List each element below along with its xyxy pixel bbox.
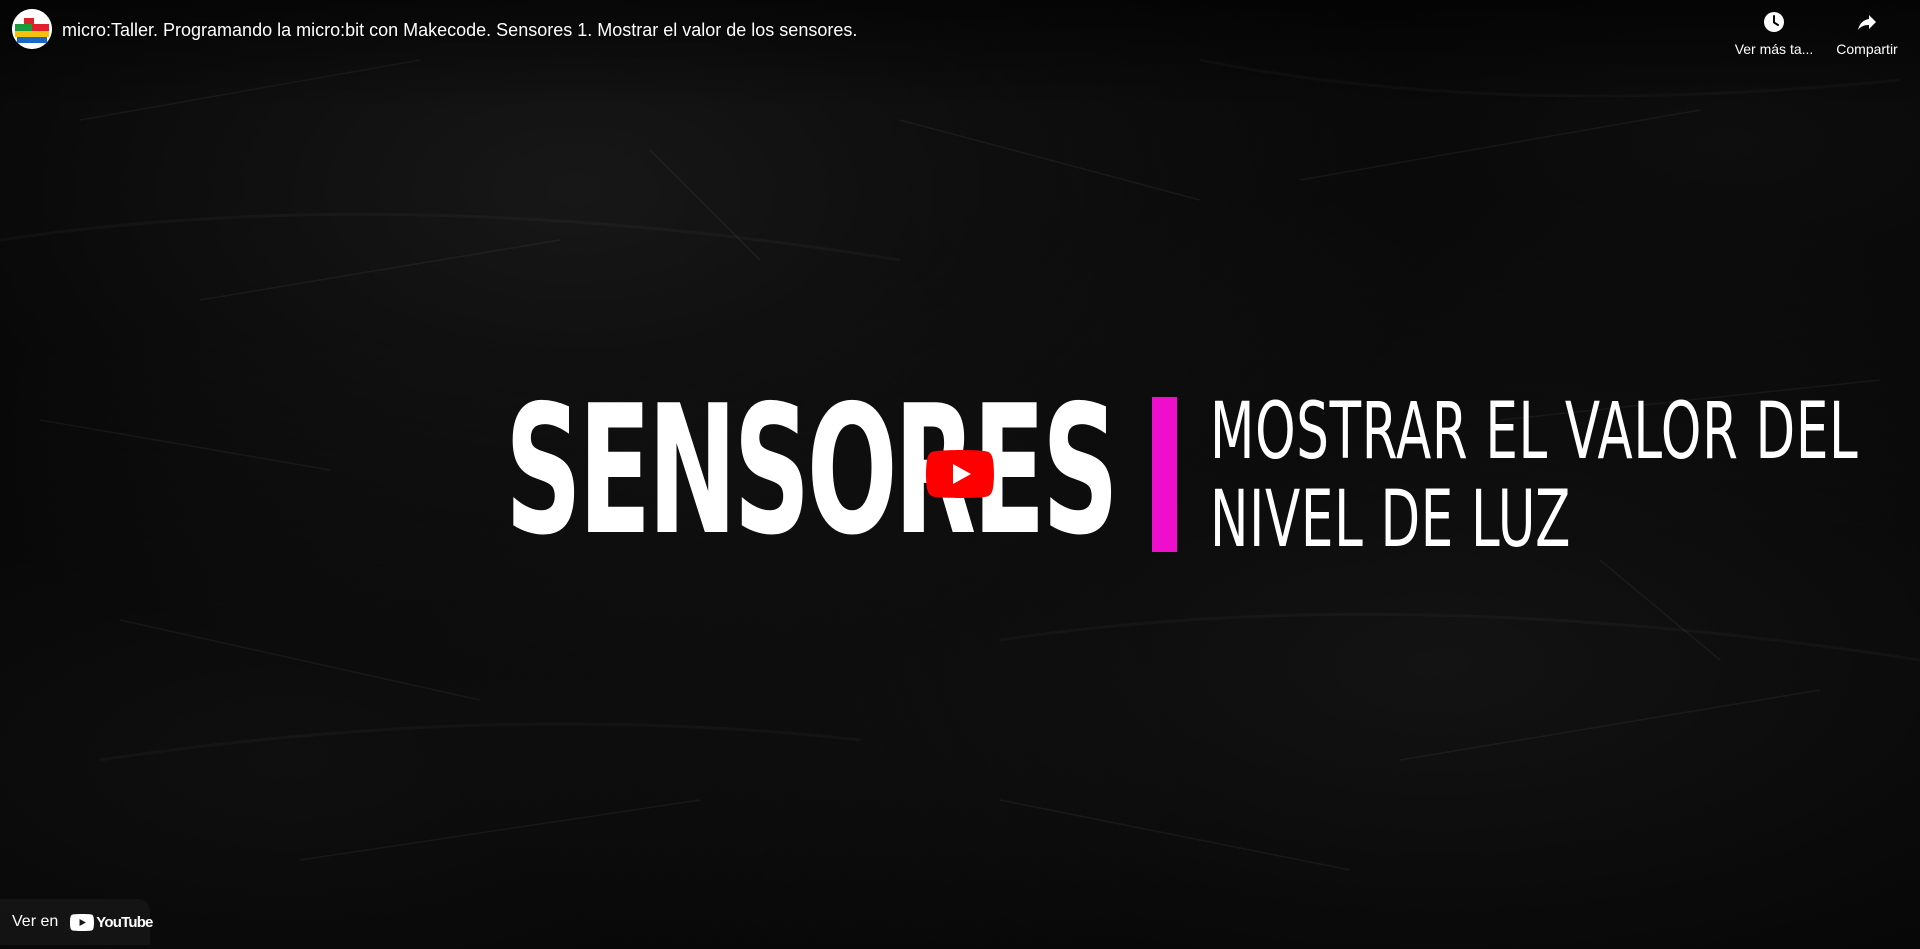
- video-title[interactable]: micro:Taller. Programando la micro:bit c…: [62, 18, 1662, 42]
- thumbnail-subtitle-line-1: MOSTRAR EL VALOR DEL: [1210, 387, 1859, 477]
- video-player[interactable]: micro:Taller. Programando la micro:bit c…: [0, 0, 1920, 949]
- share-icon: [1858, 15, 1876, 30]
- thumbnail-divider: [1152, 397, 1177, 552]
- watch-on-label: Ver en: [12, 913, 59, 930]
- share-label: Compartir: [1836, 41, 1898, 57]
- top-gradient: [0, 0, 1920, 110]
- play-button[interactable]: [926, 450, 994, 498]
- channel-logo-icon: [12, 9, 52, 49]
- watch-on-youtube-button[interactable]: Ver en YouTube: [0, 899, 153, 945]
- channel-avatar[interactable]: [12, 9, 52, 49]
- clock-icon: [1764, 12, 1784, 32]
- thumbnail-subtitle-line-2: NIVEL DE LUZ: [1210, 475, 1572, 565]
- youtube-wordmark: YouTube: [96, 913, 153, 931]
- youtube-logo-icon: [70, 913, 95, 931]
- watch-later-button[interactable]: Ver más ta...: [1724, 10, 1824, 58]
- share-button[interactable]: Compartir: [1817, 10, 1917, 58]
- watch-later-label: Ver más ta...: [1734, 41, 1814, 57]
- youtube-logo: YouTube: [70, 913, 153, 931]
- thumbnail-title: SENSORES: [505, 367, 1119, 574]
